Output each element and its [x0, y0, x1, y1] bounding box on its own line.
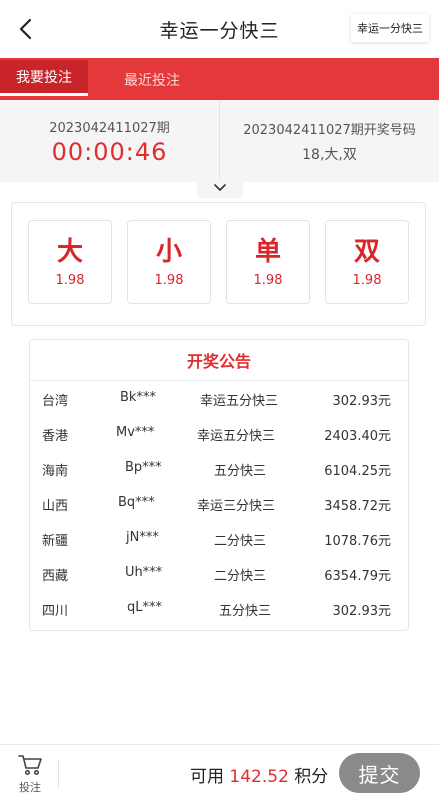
period-info: 2023042411027期 00:00:46 2023042411027期开奖… — [0, 100, 439, 182]
page-title: 幸运一分快三 — [159, 19, 280, 42]
bet-option-big[interactable]: 大 1.98 — [28, 220, 112, 304]
draw-announcement: 开奖公告 台湾 Bk*** 幸运五分快三 302.93元 香港 Mv*** 幸运… — [29, 339, 409, 631]
row-amount: 6104.25元 — [324, 464, 391, 479]
row-region: 海南 — [42, 464, 69, 479]
row-user: qL*** — [127, 600, 162, 615]
tab-recent-bets[interactable]: 最近投注 — [124, 62, 180, 98]
bet-option-odds: 1.98 — [154, 272, 184, 288]
row-user: Uh*** — [125, 565, 163, 580]
header: 幸运一分快三 幸运一分快三 — [0, 0, 439, 58]
bet-cart-button[interactable]: 投注 — [10, 753, 50, 797]
row-game: 幸运五分快三 — [197, 429, 276, 444]
balance-prefix: 可用 — [190, 767, 224, 787]
bet-option-odds: 1.98 — [352, 272, 382, 288]
bet-option-label: 大 — [56, 236, 83, 267]
last-draw-title: 2023042411027期开奖号码 — [243, 122, 416, 138]
list-item: 西藏 Uh*** 二分快三 6354.79元 — [30, 556, 408, 591]
row-amount: 302.93元 — [332, 604, 392, 619]
bet-panel: 大 1.98 小 1.98 单 1.98 双 1.98 — [11, 202, 426, 326]
list-item: 台湾 Bk*** 幸运五分快三 302.93元 — [30, 381, 408, 416]
row-user: jN*** — [126, 530, 159, 545]
list-item: 新疆 jN*** 二分快三 1078.76元 — [30, 521, 408, 556]
row-amount: 3458.72元 — [324, 499, 391, 514]
row-game: 幸运三分快三 — [197, 499, 276, 514]
back-button[interactable] — [12, 14, 38, 44]
balance-display: 可用 142.52 积分 — [190, 762, 328, 787]
tab-place-bet[interactable]: 我要投注 — [0, 60, 88, 96]
row-region: 台湾 — [42, 394, 69, 409]
row-amount: 2403.40元 — [324, 429, 391, 444]
bet-option-label: 单 — [254, 236, 281, 267]
row-game: 二分快三 — [214, 534, 267, 549]
row-region: 香港 — [42, 429, 69, 444]
row-user: Bk*** — [120, 390, 156, 405]
submit-button[interactable]: 提交 — [339, 753, 420, 793]
game-switch-button[interactable]: 幸运一分快三 — [351, 14, 429, 42]
cart-label: 投注 — [19, 781, 41, 794]
cart-icon — [18, 755, 42, 776]
row-user: Bp*** — [125, 460, 162, 475]
list-item: 四川 qL*** 五分快三 302.93元 — [30, 591, 408, 626]
balance-amount: 142.52 — [229, 767, 289, 787]
last-draw: 2023042411027期开奖号码 18,大,双 — [219, 100, 439, 182]
list-item: 海南 Bp*** 五分快三 6104.25元 — [30, 451, 408, 486]
last-draw-result: 18,大,双 — [302, 146, 357, 163]
row-game: 幸运五分快三 — [200, 394, 279, 409]
countdown-timer: 00:00:46 — [51, 137, 168, 166]
row-amount: 6354.79元 — [324, 569, 391, 584]
row-user: Bq*** — [118, 495, 155, 510]
bet-option-label: 小 — [155, 236, 182, 267]
bet-option-small[interactable]: 小 1.98 — [127, 220, 211, 304]
row-game: 二分快三 — [214, 569, 267, 584]
bet-option-odds: 1.98 — [55, 272, 85, 288]
tab-bar: 我要投注 最近投注 — [0, 58, 439, 100]
row-amount: 302.93元 — [332, 394, 392, 409]
chevron-down-icon — [214, 184, 226, 191]
current-issue: 2023042411027期 — [49, 120, 170, 136]
bet-option-odd[interactable]: 单 1.98 — [226, 220, 310, 304]
list-item: 香港 Mv*** 幸运五分快三 2403.40元 — [30, 416, 408, 451]
row-region: 新疆 — [42, 534, 69, 549]
row-region: 山西 — [42, 499, 69, 514]
row-region: 四川 — [42, 604, 69, 619]
expand-history-button[interactable] — [197, 178, 243, 198]
row-user: Mv*** — [116, 425, 155, 440]
row-game: 五分快三 — [214, 464, 267, 479]
announcement-title: 开奖公告 — [30, 340, 408, 381]
row-region: 西藏 — [42, 569, 69, 584]
list-item: 山西 Bq*** 幸运三分快三 3458.72元 — [30, 486, 408, 521]
balance-unit: 积分 — [294, 767, 329, 787]
bottom-bar: 投注 可用 142.52 积分 提交 — [0, 744, 439, 799]
row-amount: 1078.76元 — [324, 534, 391, 549]
row-game: 五分快三 — [219, 604, 272, 619]
current-period: 2023042411027期 00:00:46 — [0, 100, 219, 182]
bet-option-odds: 1.98 — [253, 272, 283, 288]
divider — [58, 759, 59, 789]
chevron-left-icon — [19, 18, 32, 40]
bet-option-label: 双 — [353, 236, 380, 267]
bet-option-even[interactable]: 双 1.98 — [325, 220, 409, 304]
